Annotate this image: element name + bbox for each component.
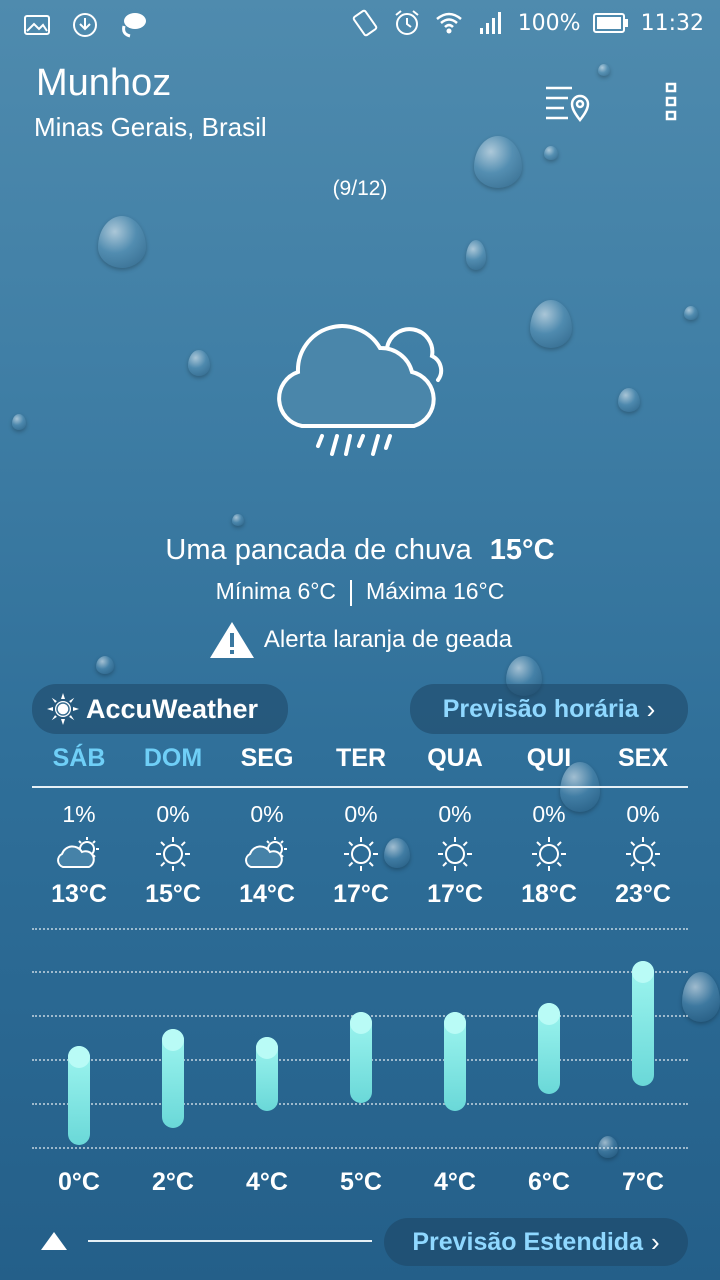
rain-drop (188, 350, 210, 376)
precip-chance: 0% (344, 801, 378, 827)
temperature-range-bar (162, 1028, 184, 1128)
precip-chance: 1% (62, 801, 96, 827)
day-name: TER (336, 744, 386, 772)
rain-drop (684, 306, 698, 320)
weather-alert[interactable]: Alerta laranja de geada (0, 620, 720, 660)
sun-logo-icon (47, 693, 79, 725)
rain-drop (544, 146, 558, 160)
battery-icon (592, 13, 628, 33)
extended-forecast-label: Previsão Estendida (412, 1227, 643, 1256)
current-condition: Uma pancada de chuva 15°C (0, 534, 720, 567)
hourly-forecast-label: Previsão horária (442, 694, 639, 723)
partly-cloudy-icon (220, 834, 314, 874)
sunny-icon (502, 834, 596, 874)
alarm-icon (395, 10, 419, 35)
high-temperature: 18°C (521, 880, 577, 908)
day-name: SÁB (52, 744, 106, 772)
hourly-forecast-button[interactable]: Previsão horária › (410, 684, 688, 734)
sunny-icon (126, 834, 220, 874)
day-name: SEX (617, 744, 669, 772)
rain-drop (98, 216, 146, 268)
grid-line (32, 1103, 688, 1105)
rain-drop (466, 240, 486, 270)
low-temperature: 2°C (152, 1168, 194, 1196)
current-temperature: 15°C (489, 534, 555, 566)
precip-chance: 0% (438, 801, 472, 827)
rain-drop (618, 388, 640, 412)
download-icon (73, 13, 97, 37)
low-temperature: 0°C (58, 1168, 100, 1196)
chat-icon (122, 13, 146, 38)
region-name: Minas Gerais, Brasil (34, 112, 267, 142)
forecast-day-header: SÁB DOM SEG TER QUA QUI SEX (32, 744, 688, 788)
low-temperature: 4°C (434, 1168, 476, 1196)
grid-line (32, 971, 688, 973)
battery-percent: 100% (517, 10, 581, 36)
grid-line (32, 928, 688, 930)
precip-chance: 0% (250, 801, 284, 827)
triangle-up-icon (41, 1232, 67, 1250)
page-indicator: (9/12) (332, 177, 388, 200)
provider-name: AccuWeather (86, 693, 259, 724)
min-temperature: Mínima 6°C (215, 578, 337, 604)
rain-cloud-icon (277, 324, 444, 456)
low-temperature: 4°C (246, 1168, 288, 1196)
day-name: QUA (427, 744, 483, 772)
chevron-right-icon: › (650, 1226, 660, 1257)
low-temperature: 6°C (528, 1168, 570, 1196)
high-temperature: 17°C (333, 880, 389, 908)
sunny-icon (408, 834, 502, 874)
city-name: Munhoz (36, 62, 172, 104)
day-name: QUI (526, 744, 572, 772)
rotate-icon (352, 9, 377, 37)
wifi-icon (435, 12, 462, 34)
day-name: SEG (240, 744, 294, 772)
image-icon (24, 15, 50, 35)
min-max: Mínima 6°C Máxima 16°C (0, 578, 720, 606)
divider-line (88, 1240, 372, 1242)
condition-text: Uma pancada de chuva (165, 534, 472, 566)
accuweather-badge[interactable]: AccuWeather (32, 684, 288, 734)
signal-icon (479, 12, 501, 34)
partly-cloudy-icon (32, 834, 126, 874)
temperature-range-bar (68, 1045, 90, 1145)
location-list-icon (546, 86, 590, 123)
warning-icon (209, 622, 254, 658)
status-bar: 100% 11:32 (0, 0, 720, 50)
rain-drop (232, 514, 244, 526)
chevron-right-icon: › (646, 693, 656, 724)
divider (350, 579, 353, 606)
high-temperature: 23°C (615, 880, 671, 908)
temperature-range-bar (350, 1011, 372, 1103)
temperature-range-bar (538, 1003, 560, 1094)
high-temperature: 14°C (239, 880, 295, 908)
precip-chance: 0% (156, 801, 190, 827)
low-temperature: 7°C (622, 1168, 664, 1196)
low-temperature: 5°C (340, 1168, 382, 1196)
expand-up-button[interactable] (40, 1230, 68, 1252)
extended-forecast-button[interactable]: Previsão Estendida › (384, 1218, 688, 1266)
alert-text: Alerta laranja de geada (263, 626, 513, 653)
rain-drop (12, 414, 26, 430)
temperature-range-bar (256, 1037, 278, 1111)
high-temperature: 17°C (427, 880, 483, 908)
more-options-button[interactable] (656, 80, 686, 124)
clock: 11:32 (640, 10, 704, 36)
max-temperature: Máxima 16°C (366, 578, 505, 604)
day-name: DOM (143, 744, 203, 772)
rain-drop (530, 300, 572, 348)
high-temperature: 13°C (51, 880, 107, 908)
precip-chance: 0% (626, 801, 660, 827)
more-vert-icon (665, 82, 677, 121)
sunny-icon (314, 834, 408, 874)
temperature-range-bar (444, 1011, 466, 1111)
grid-line (32, 1147, 688, 1149)
precip-chance: 0% (532, 801, 566, 827)
rain-drop (598, 64, 610, 76)
high-temperature: 15°C (145, 880, 201, 908)
sunny-icon (596, 834, 690, 874)
location-list-button[interactable] (542, 80, 592, 124)
temperature-range-bar (632, 960, 654, 1086)
